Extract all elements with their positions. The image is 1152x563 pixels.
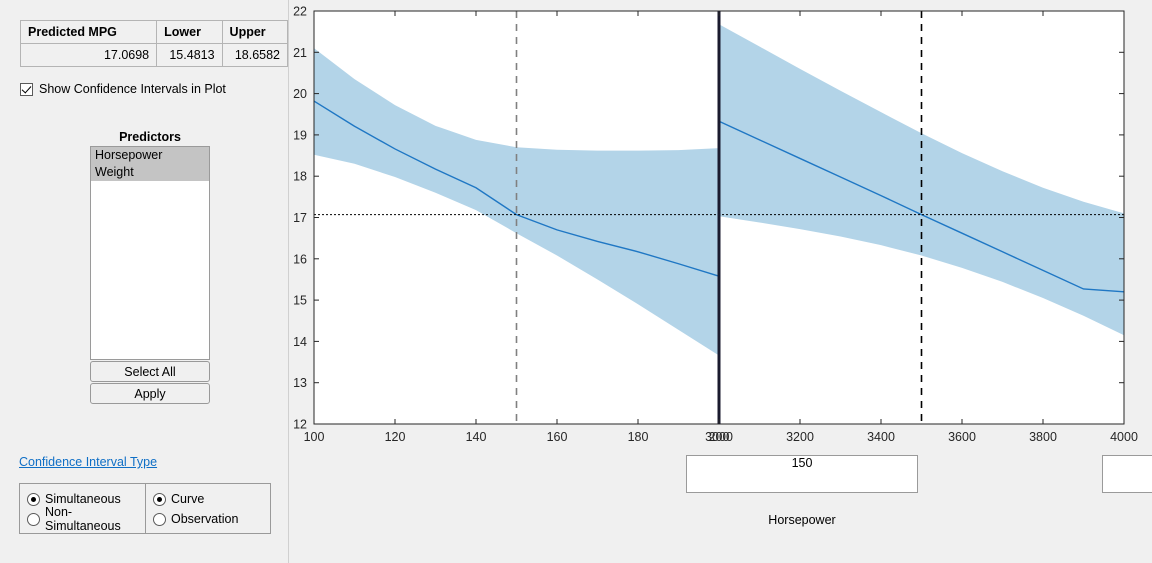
ci-simultaneity-column: Simultaneous Non-Simultaneous xyxy=(20,484,145,533)
header-upper: Upper xyxy=(221,20,289,44)
cell-lower: 15.4813 xyxy=(156,43,223,67)
list-item-weight[interactable]: Weight xyxy=(91,164,209,181)
radio-observation-label: Observation xyxy=(171,512,239,526)
control-panel: Predicted MPG Lower Upper 17.0698 15.481… xyxy=(0,0,289,563)
show-confidence-intervals-label: Show Confidence Intervals in Plot xyxy=(39,82,226,96)
svg-text:3000: 3000 xyxy=(705,430,733,444)
table-header-row: Predicted MPG Lower Upper xyxy=(19,20,289,44)
predictors-listbox[interactable]: Horsepower Weight xyxy=(90,146,210,360)
radio-button-icon[interactable] xyxy=(27,512,40,526)
prediction-table: Predicted MPG Lower Upper 17.0698 15.481… xyxy=(19,20,289,67)
svg-text:18: 18 xyxy=(293,170,307,184)
horsepower-axis-caption: Horsepower xyxy=(768,513,836,527)
svg-text:15: 15 xyxy=(293,294,307,308)
predictors-title: Predictors xyxy=(119,130,181,144)
svg-text:17: 17 xyxy=(293,211,307,225)
svg-text:3200: 3200 xyxy=(786,430,814,444)
svg-text:180: 180 xyxy=(628,430,649,444)
horsepower-value-input[interactable]: 150 xyxy=(686,455,918,493)
svg-text:4000: 4000 xyxy=(1110,430,1138,444)
svg-text:20: 20 xyxy=(293,87,307,101)
svg-text:16: 16 xyxy=(293,252,307,266)
confidence-interval-type-group: Simultaneous Non-Simultaneous Curve Obse… xyxy=(19,483,271,534)
cell-upper: 18.6582 xyxy=(221,43,289,67)
radio-button-icon[interactable] xyxy=(27,492,40,506)
svg-text:120: 120 xyxy=(385,430,406,444)
svg-text:140: 140 xyxy=(466,430,487,444)
weight-value-input[interactable]: 3500 xyxy=(1102,455,1152,493)
predictor-explorer-window: Predicted MPG Lower Upper 17.0698 15.481… xyxy=(0,0,1152,563)
prediction-plot-svg[interactable]: 1213141516171819202122100 120 140 160 180 200… xyxy=(289,0,1152,450)
list-item-horsepower[interactable]: Horsepower xyxy=(91,147,209,164)
svg-text:3600: 3600 xyxy=(948,430,976,444)
svg-text:19: 19 xyxy=(293,128,307,142)
show-confidence-intervals-checkbox[interactable]: Show Confidence Intervals in Plot xyxy=(20,82,226,96)
cell-predicted-mpg: 17.0698 xyxy=(19,43,158,67)
confidence-interval-type-link[interactable]: Confidence Interval Type xyxy=(19,455,157,469)
radio-curve[interactable]: Curve xyxy=(153,489,270,509)
svg-text:13: 13 xyxy=(293,376,307,390)
checkbox-icon[interactable] xyxy=(20,82,33,96)
header-predicted-mpg: Predicted MPG xyxy=(19,20,158,44)
radio-button-icon[interactable] xyxy=(153,492,166,506)
prediction-plot-area: 12 13 14 15 16 17 18 19 20 21 22 100 120 140 160 180 200… xyxy=(289,0,1152,563)
radio-curve-label: Curve xyxy=(171,492,205,506)
ci-target-column: Curve Observation xyxy=(145,484,270,533)
svg-text:3400: 3400 xyxy=(867,430,895,444)
svg-text:3800: 3800 xyxy=(1029,430,1057,444)
radio-non-simultaneous-label: Non-Simultaneous xyxy=(45,505,121,533)
radio-non-simultaneous[interactable]: Non-Simultaneous xyxy=(27,505,145,533)
select-all-button[interactable]: Select All xyxy=(90,361,210,382)
svg-text:22: 22 xyxy=(293,5,307,19)
radio-button-icon[interactable] xyxy=(153,512,166,526)
header-lower: Lower xyxy=(156,20,223,44)
svg-text:21: 21 xyxy=(293,46,307,60)
svg-text:100: 100 xyxy=(304,430,325,444)
table-row: 17.0698 15.4813 18.6582 xyxy=(19,43,289,67)
radio-simultaneous-label: Simultaneous xyxy=(45,492,121,506)
apply-button[interactable]: Apply xyxy=(90,383,210,404)
svg-text:160: 160 xyxy=(547,430,568,444)
weight-axis-caption: Weight xyxy=(1102,513,1152,527)
radio-observation[interactable]: Observation xyxy=(153,509,270,529)
svg-text:14: 14 xyxy=(293,335,307,349)
